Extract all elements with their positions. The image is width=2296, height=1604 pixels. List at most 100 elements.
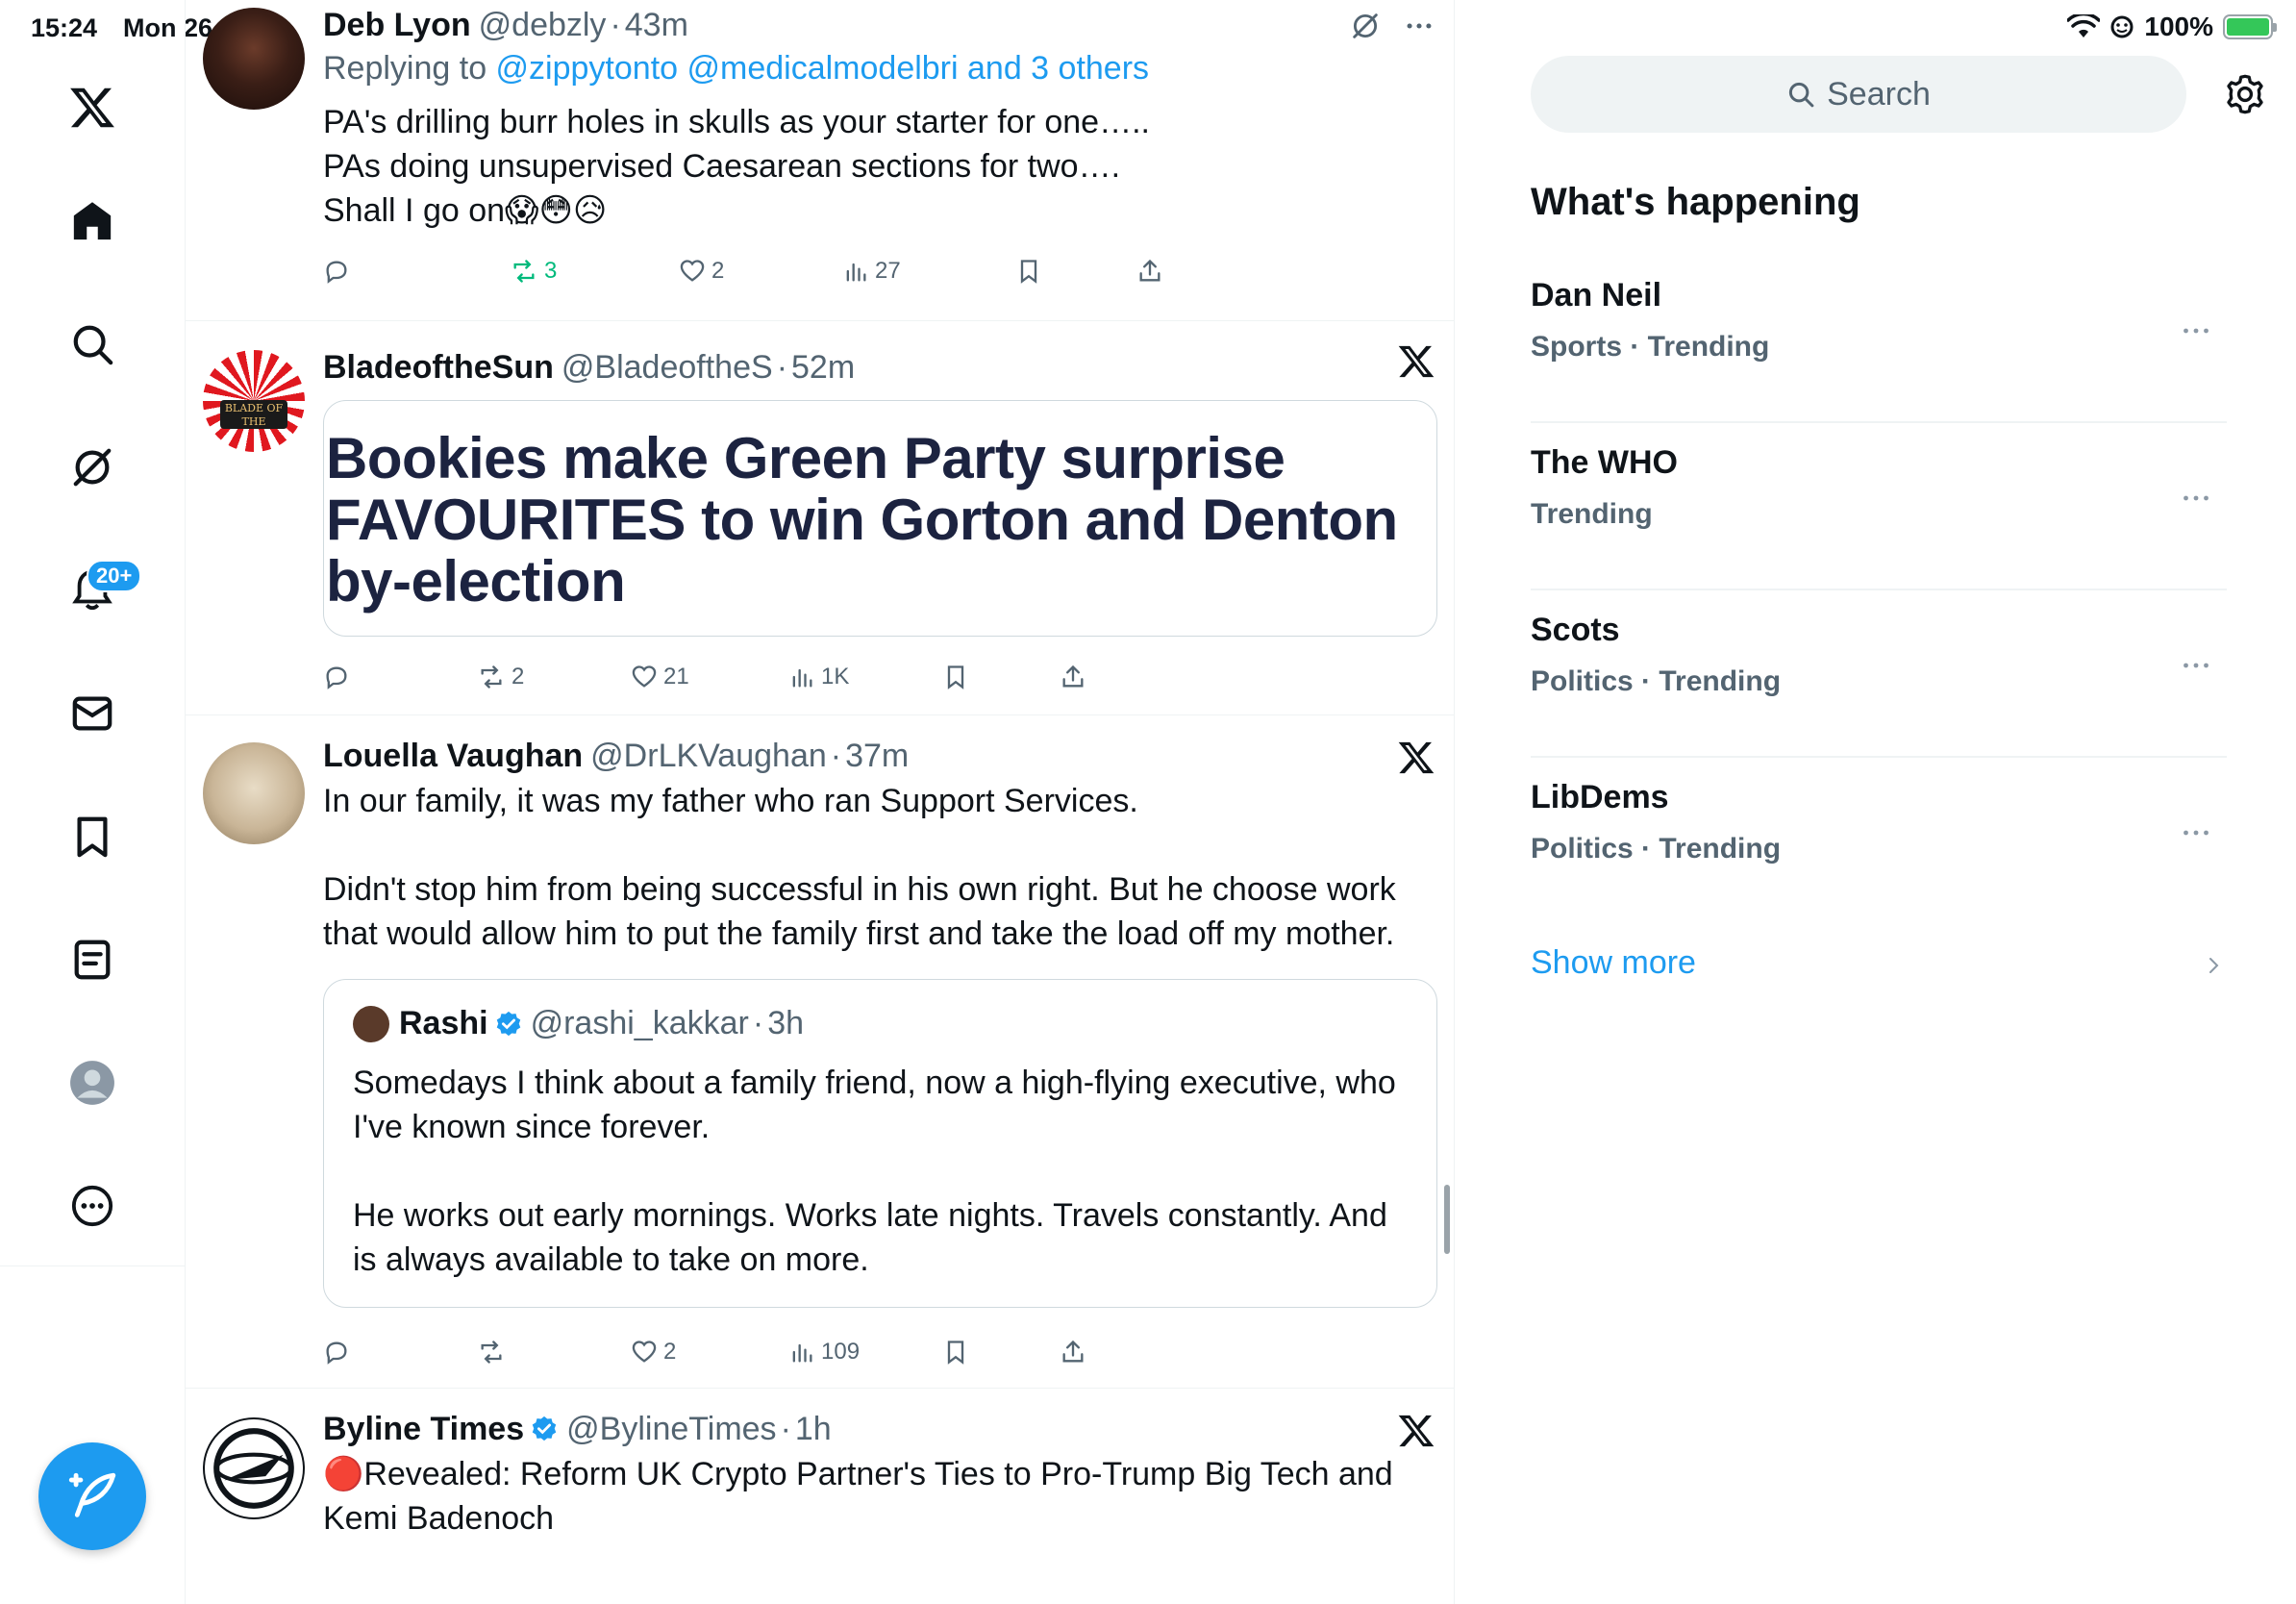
share-button[interactable] — [1136, 258, 1163, 285]
trend-item[interactable]: LibDems Politics · Trending — [1531, 758, 2227, 925]
more-horizontal-icon[interactable] — [2179, 646, 2213, 685]
author-handle[interactable]: @BylineTimes — [566, 1408, 776, 1450]
share-button[interactable] — [1060, 664, 1086, 690]
lists-icon[interactable] — [54, 921, 131, 998]
chevron-right-icon[interactable] — [2202, 952, 2225, 979]
trend-name[interactable]: The WHO — [1531, 444, 1678, 482]
avatar-bladeofthesun[interactable]: BLADE OF THE — [203, 350, 305, 452]
tweet-deb-lyon[interactable]: Deb Lyon @debzly · 43m Replying to @zipp… — [186, 0, 1454, 321]
tweet-header: Byline Times @BylineTimes · 1h — [323, 1408, 1437, 1450]
reply-icon — [326, 261, 347, 284]
trend-item[interactable]: Dan Neil Sports · Trending — [1531, 256, 2227, 423]
author-name[interactable]: Byline Times — [323, 1408, 524, 1450]
more-horizontal-icon[interactable] — [2179, 479, 2213, 517]
byline-globe-logo — [213, 1428, 294, 1509]
quoted-tweet-time[interactable]: 3h — [767, 1005, 804, 1042]
timeline-scrollbar[interactable] — [1444, 1185, 1450, 1254]
repost-icon — [481, 665, 502, 689]
repost-button[interactable]: 3 — [510, 258, 557, 285]
trend-item[interactable]: The WHO Trending — [1531, 423, 2227, 590]
repost-button[interactable]: 2 — [477, 664, 524, 690]
bookmarks-icon[interactable] — [54, 798, 131, 875]
like-button[interactable]: 21 — [631, 664, 689, 690]
author-handle[interactable]: @DrLKVaughan — [590, 735, 827, 777]
more-horizontal-icon[interactable] — [2179, 814, 2213, 852]
views-button[interactable]: 27 — [842, 258, 901, 285]
avatar-louella-vaughan[interactable] — [203, 742, 305, 844]
views-count: 1K — [821, 664, 850, 689]
search-icon[interactable] — [54, 306, 131, 383]
feather-plus-icon — [68, 1472, 116, 1517]
profile-avatar-icon[interactable] — [54, 1044, 131, 1121]
like-button[interactable]: 2 — [631, 1339, 676, 1366]
trend-item[interactable]: Scots Politics · Trending — [1531, 590, 2227, 758]
home-icon[interactable] — [54, 183, 131, 260]
views-chart-icon — [792, 1343, 812, 1363]
trend-meta: Politics · Trending — [1531, 665, 1782, 697]
show-more-link[interactable]: Show more — [1531, 944, 1696, 982]
avatar-blade-text: BLADE OF THE — [220, 400, 287, 429]
trend-name[interactable]: LibDems — [1531, 779, 1669, 816]
replying-to-users[interactable]: @zippytonto @medicalmodelbri and 3 other… — [496, 50, 1150, 87]
compose-post-button[interactable] — [38, 1442, 146, 1550]
trend-name[interactable]: Scots — [1531, 612, 1620, 649]
tweet-time[interactable]: 1h — [795, 1408, 832, 1450]
quoted-tweet-text: Somedays I think about a family friend, … — [353, 1065, 1396, 1278]
like-count: 2 — [663, 1339, 677, 1365]
more-horizontal-icon[interactable] — [2179, 312, 2213, 350]
messages-icon[interactable] — [54, 675, 131, 752]
author-name[interactable]: BladeoftheSun — [323, 346, 554, 388]
right-sidebar: Search What's happening Dan Neil Sports … — [1455, 0, 2296, 1604]
tweet-byline-times[interactable]: Byline Times @BylineTimes · 1h 🔴Revealed… — [186, 1389, 1454, 1604]
tweet-bladeofthesun[interactable]: BLADE OF THE BladeoftheSun @BladeoftheS … — [186, 321, 1454, 715]
reply-button[interactable] — [323, 664, 350, 690]
bookmark-icon — [947, 1341, 964, 1365]
timeline[interactable]: Deb Lyon @debzly · 43m Replying to @zipp… — [186, 0, 1455, 1604]
verified-badge-icon — [532, 1416, 557, 1441]
repost-button[interactable] — [477, 1339, 512, 1366]
views-chart-icon — [846, 263, 866, 282]
avatar-deb-lyon[interactable] — [203, 8, 305, 110]
tweet-time[interactable]: 37m — [845, 735, 909, 777]
card-headline[interactable]: Bookies make Green Party surprise FAVOUR… — [324, 401, 1436, 636]
more-options-icon[interactable] — [54, 1167, 131, 1244]
left-nav: 20+ — [0, 0, 186, 1604]
author-name[interactable]: Louella Vaughan — [323, 735, 583, 777]
replying-to: Replying to @zippytonto @medicalmodelbri… — [323, 46, 1437, 90]
bookmark-button[interactable] — [942, 1339, 969, 1366]
views-button[interactable]: 1K — [788, 664, 849, 690]
author-handle[interactable]: @debzly — [479, 4, 607, 46]
share-button[interactable] — [1060, 1339, 1086, 1366]
tweet-header: Louella Vaughan @DrLKVaughan · 37m — [323, 735, 1437, 777]
search-placeholder[interactable]: Search — [1827, 76, 1931, 113]
like-button[interactable]: 2 — [679, 258, 724, 285]
author-handle[interactable]: @BladeoftheS — [562, 346, 773, 388]
bookmark-icon — [947, 665, 964, 689]
tweet-actions: 3 2 27 — [323, 252, 1246, 290]
link-card[interactable]: Bookies make Green Party surprise FAVOUR… — [323, 400, 1437, 637]
verified-badge-icon — [496, 1011, 520, 1036]
reply-button[interactable] — [323, 258, 350, 285]
quoted-author-name[interactable]: Rashi — [399, 1005, 488, 1042]
avatar-byline-times[interactable] — [203, 1417, 305, 1519]
tweet-time[interactable]: 52m — [791, 346, 855, 388]
heart-icon — [680, 260, 705, 282]
author-name[interactable]: Deb Lyon — [323, 4, 471, 46]
reply-button[interactable] — [323, 1339, 350, 1366]
trend-name[interactable]: Dan Neil — [1531, 277, 1661, 314]
bookmark-button[interactable] — [1015, 258, 1042, 285]
quoted-tweet[interactable]: Rashi @rashi_kakkar · 3h Somedays I thin… — [323, 979, 1437, 1308]
search-bar[interactable]: Search — [1531, 56, 2186, 133]
settings-gear-icon[interactable] — [2224, 73, 2266, 115]
grok-icon[interactable] — [54, 429, 131, 506]
tweet-louella-vaughan[interactable]: Louella Vaughan @DrLKVaughan · 37m In ou… — [186, 715, 1454, 1389]
quoted-author-handle[interactable]: @rashi_kakkar — [531, 1005, 749, 1042]
quoted-avatar[interactable] — [353, 1005, 389, 1042]
heart-icon — [632, 1341, 657, 1363]
x-logo-icon[interactable] — [54, 69, 131, 146]
views-button[interactable]: 109 — [788, 1339, 860, 1366]
bookmark-button[interactable] — [942, 664, 969, 690]
share-icon — [1062, 1340, 1084, 1363]
tweet-time[interactable]: 43m — [625, 4, 688, 46]
repost-icon — [513, 260, 535, 283]
